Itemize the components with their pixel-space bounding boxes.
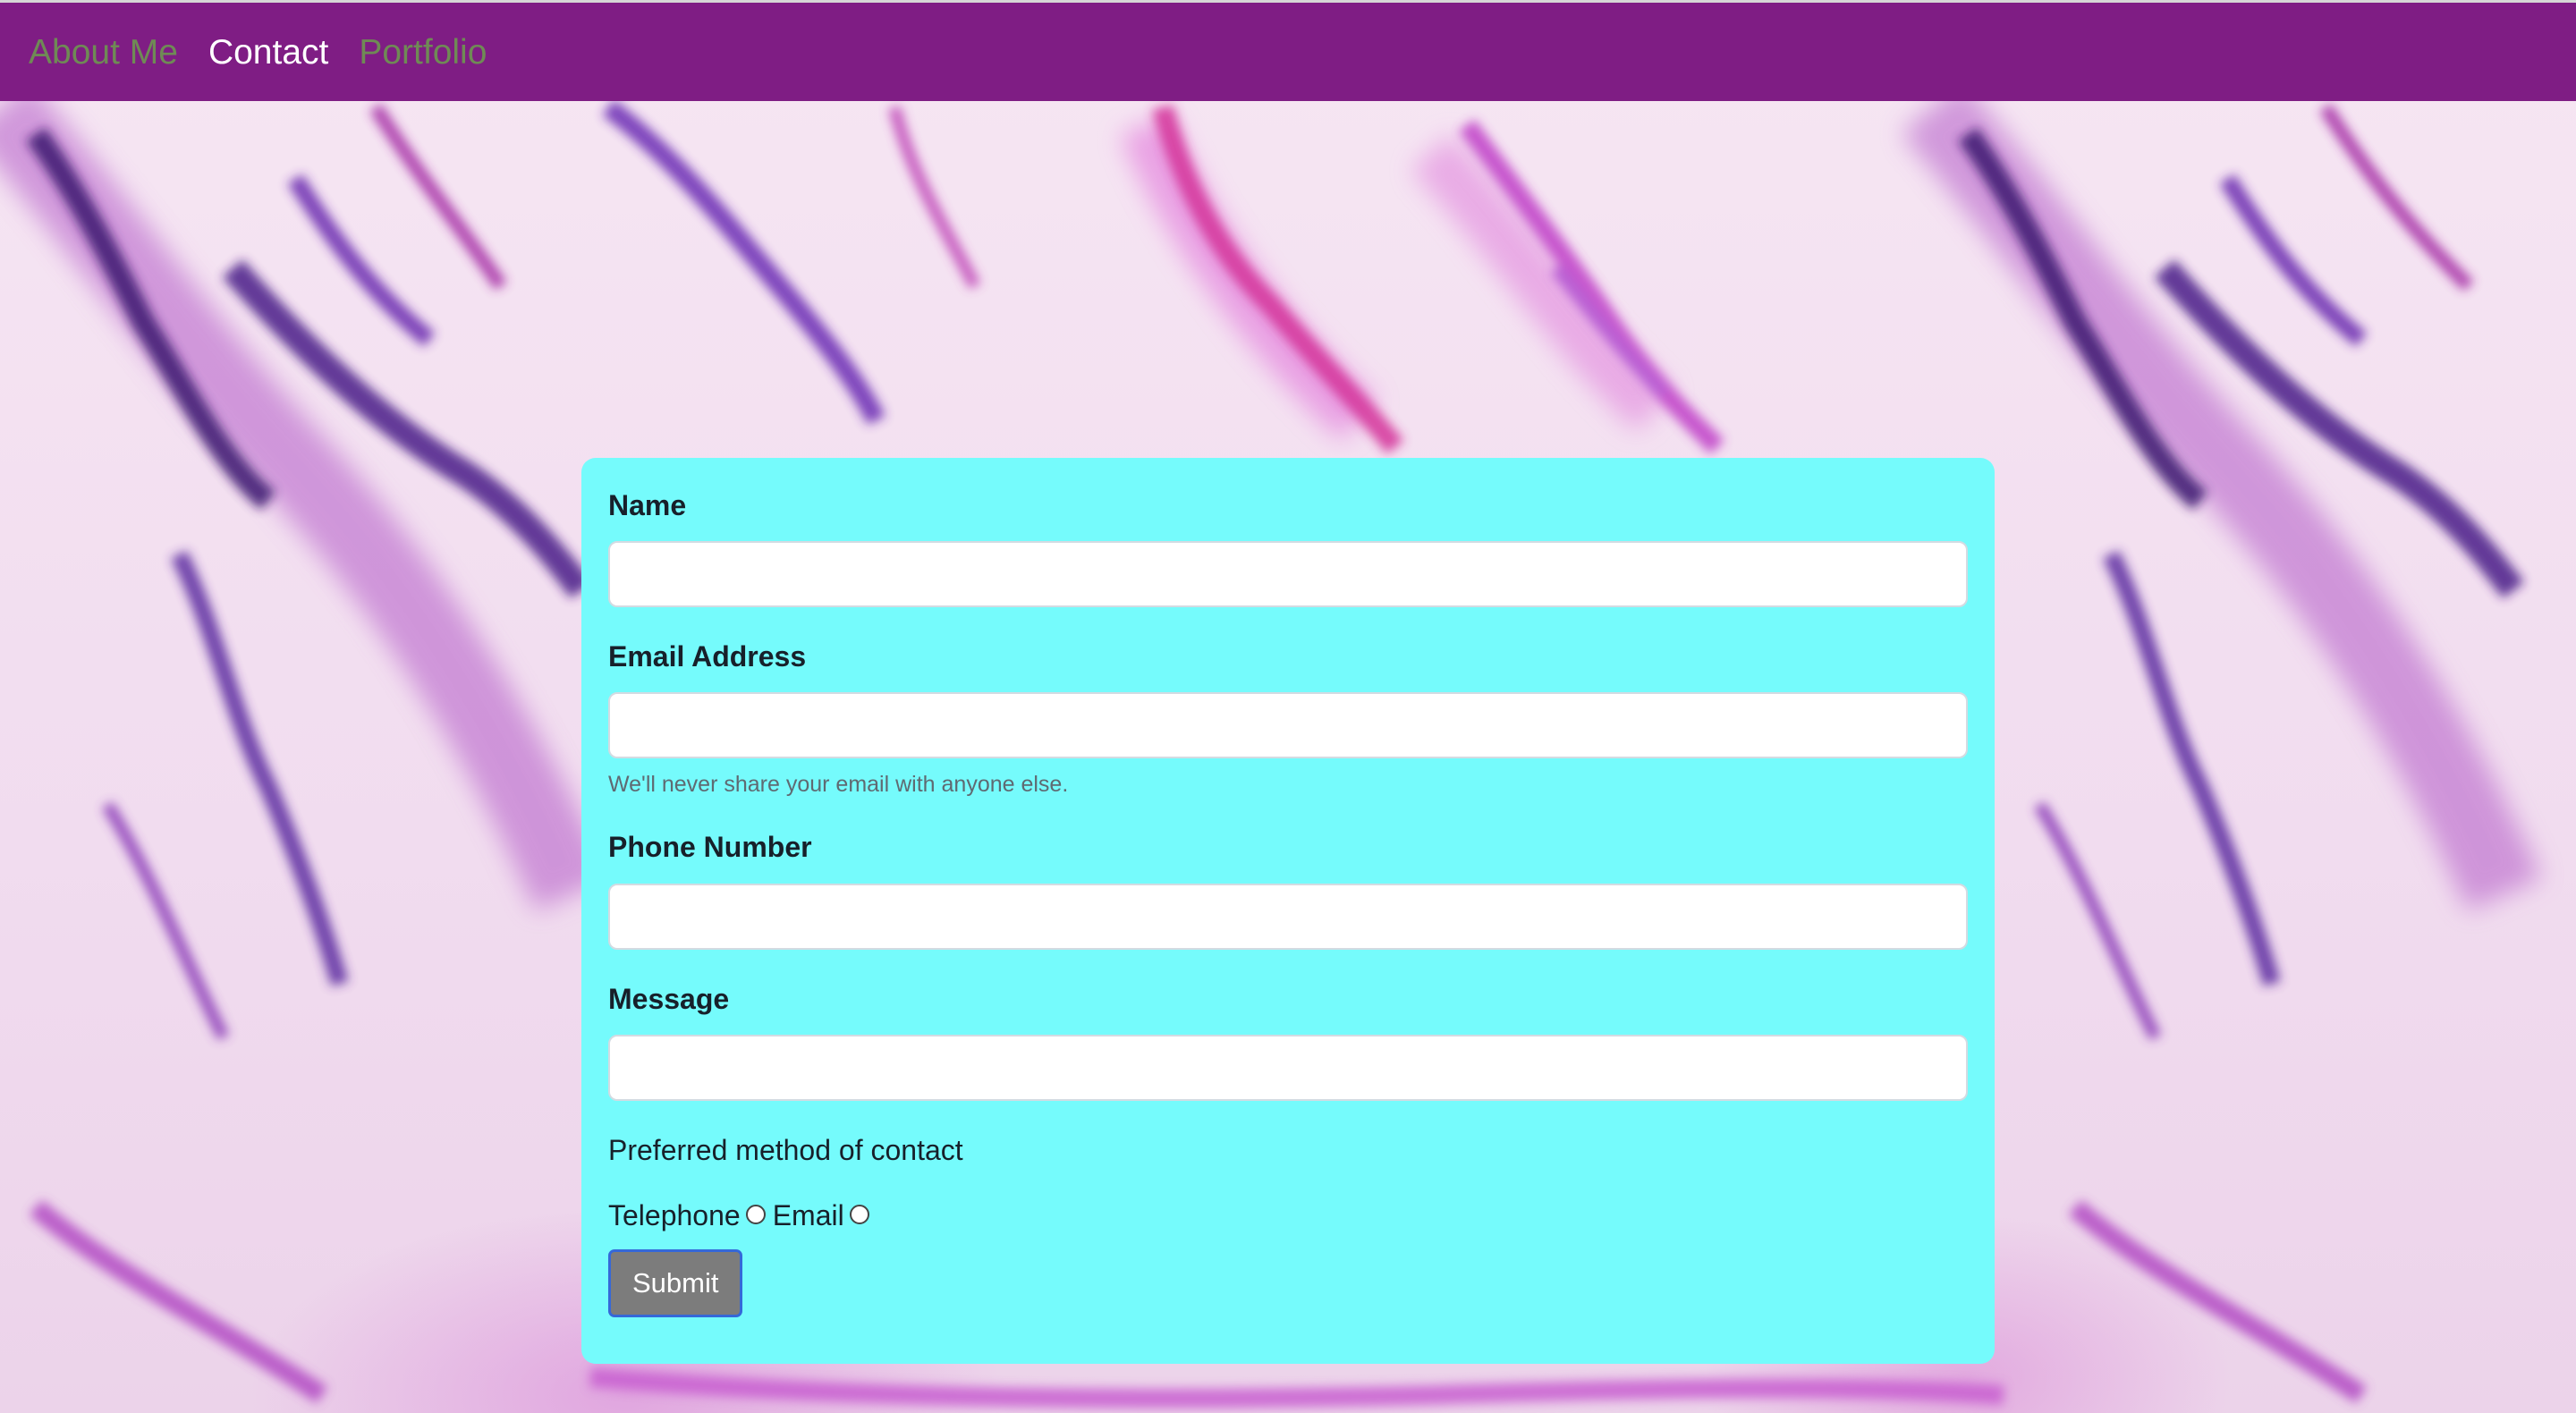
nav-link-about-me[interactable]: About Me bbox=[29, 35, 178, 70]
contact-method-options: Telephone Email bbox=[608, 1198, 1968, 1231]
email-label: Email Address bbox=[608, 640, 807, 673]
contact-form: Name Email Address We'll never share you… bbox=[581, 458, 1995, 1364]
name-label: Name bbox=[608, 489, 687, 521]
message-input[interactable] bbox=[608, 1034, 1968, 1101]
phone-input[interactable] bbox=[608, 883, 1968, 950]
email-group: Email Address We'll never share your ema… bbox=[608, 640, 1968, 798]
email-help-text: We'll never share your email with anyone… bbox=[608, 772, 1069, 798]
email-input[interactable] bbox=[608, 692, 1968, 759]
telephone-radio[interactable] bbox=[745, 1204, 766, 1224]
email-radio[interactable] bbox=[849, 1204, 869, 1224]
top-navbar: About Me Contact Portfolio bbox=[0, 0, 2576, 101]
email-option-label: Email bbox=[772, 1198, 844, 1231]
contact-method-title: Preferred method of contact bbox=[608, 1133, 963, 1166]
name-group: Name bbox=[608, 489, 1968, 608]
nav-link-portfolio[interactable]: Portfolio bbox=[359, 35, 487, 70]
message-group: Message bbox=[608, 982, 1968, 1101]
name-input[interactable] bbox=[608, 541, 1968, 608]
nav-link-contact[interactable]: Contact bbox=[208, 35, 328, 70]
phone-group: Phone Number bbox=[608, 831, 1968, 950]
phone-label: Phone Number bbox=[608, 831, 812, 864]
message-label: Message bbox=[608, 982, 730, 1015]
submit-button[interactable]: Submit bbox=[608, 1249, 743, 1318]
telephone-option-label: Telephone bbox=[608, 1198, 741, 1231]
